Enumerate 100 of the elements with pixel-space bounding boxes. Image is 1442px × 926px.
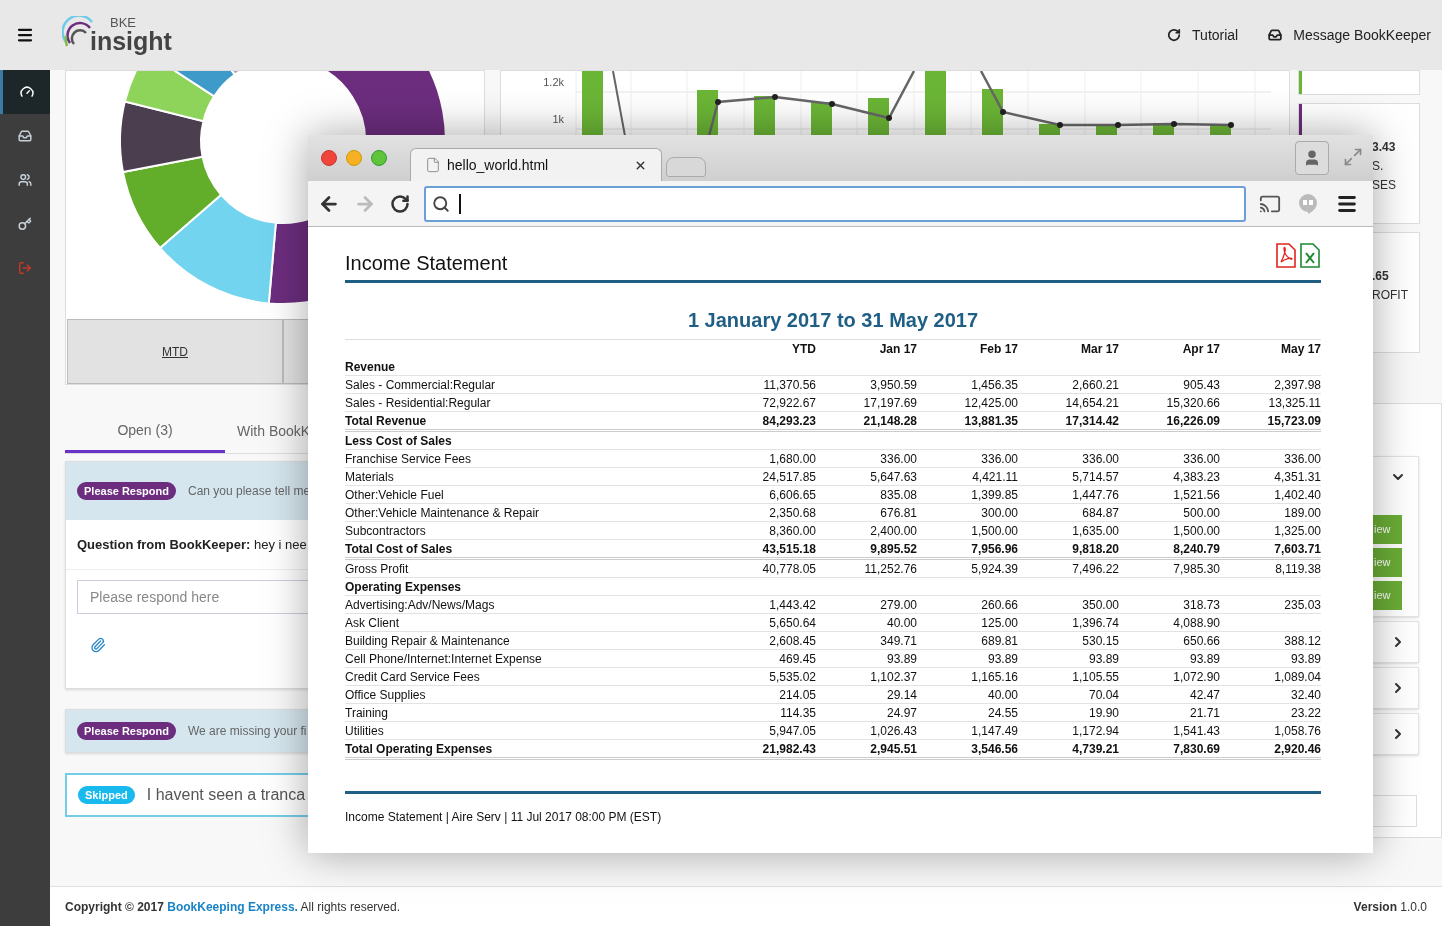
table-cell-text: 70.04: [1087, 686, 1119, 704]
reload-icon[interactable]: [390, 193, 410, 214]
table-cell-text: 318.73: [1182, 596, 1220, 614]
message-preview: We are missing your fi: [188, 723, 307, 740]
inbox-icon: [18, 129, 32, 143]
chart-point: [715, 99, 721, 105]
table-cell-text: 336.00: [1283, 450, 1321, 468]
table-cell-text: 1,026.43: [869, 722, 917, 740]
table-cell-text: 689.81: [980, 632, 1018, 650]
address-field[interactable]: [424, 185, 1246, 222]
table-cell-text: 3,950.59: [869, 376, 917, 394]
table-cell-text: 72,922.67: [761, 394, 816, 412]
expand-icon[interactable]: [1343, 147, 1363, 167]
table-cell-text: 1,521.56: [1172, 486, 1220, 504]
pdf-icon[interactable]: [1275, 243, 1297, 268]
table-cell-text: 469.45: [778, 650, 816, 668]
table-cell-text: 7,956.96: [970, 540, 1018, 558]
tab[interactable]: With BookK: [225, 410, 311, 453]
chart-point: [1000, 109, 1006, 115]
profile-button[interactable]: [1295, 141, 1329, 175]
table-cell-text: 93.89: [885, 650, 917, 668]
message-preview: I havent seen a tranca: [146, 785, 306, 805]
table-cell-text: 336.00: [980, 450, 1018, 468]
table-cell-text: 4,088.90: [1172, 614, 1220, 632]
table-cell-text: 2,660.21: [1071, 376, 1119, 394]
table-cell-text: 336.00: [1182, 450, 1220, 468]
browser-tab[interactable]: hello_world.html: [410, 148, 662, 181]
table-cell-text: 1,102.37: [869, 668, 917, 686]
table-cell-text: 5,947.05: [768, 722, 816, 740]
company-link[interactable]: BookKeeping Express.: [167, 899, 298, 914]
logout-icon: [18, 261, 32, 275]
row-label: Credit Card Service Fees: [345, 668, 481, 686]
chart-point: [1171, 121, 1177, 127]
tab[interactable]: Open (3): [65, 410, 225, 453]
table-cell-text: 1,541.43: [1172, 722, 1220, 740]
excel-icon[interactable]: [1299, 243, 1321, 268]
table-cell-text: 29.14: [885, 686, 917, 704]
table-cell-text: 8,240.79: [1172, 540, 1220, 558]
row-label: Other:Vehicle Fuel: [345, 486, 445, 504]
table-cell-text: 8,360.00: [768, 522, 816, 540]
table-cell-text: 1,680.00: [768, 450, 816, 468]
table-cell-text: 8,119.38: [1274, 560, 1321, 578]
table-cell-text: 125.00: [980, 614, 1018, 632]
table-cell-text: 350.00: [1081, 596, 1119, 614]
header-action[interactable]: Tutorial: [1167, 24, 1239, 46]
logo-text: insight: [90, 29, 172, 54]
table-cell-text: 189.00: [1283, 504, 1321, 522]
status-badge: Please Respond: [77, 721, 176, 741]
summary-value: .65: [1372, 268, 1390, 285]
column-header: Mar 17: [1079, 341, 1119, 358]
table-cell-text: 1,325.00: [1273, 522, 1321, 540]
table-cell-text: 1,456.35: [970, 376, 1018, 394]
table-cell-text: 2,945.51: [869, 740, 917, 758]
table-cell-text: 6,606.65: [768, 486, 816, 504]
summary-caption: S.: [1372, 158, 1385, 175]
table-cell-text: 24.55: [986, 704, 1018, 722]
table-cell-text: 1,500.00: [1172, 522, 1220, 540]
table-cell-text: 1,089.04: [1273, 668, 1321, 686]
summary-caption: ROFIT: [1372, 287, 1408, 304]
menu-icon[interactable]: [16, 26, 34, 44]
table-cell-text: 40.00: [986, 686, 1018, 704]
table-cell-text: 84,293.23: [761, 412, 816, 430]
table-cell-text: 12,425.00: [963, 394, 1018, 412]
table-cell-text: 93.89: [986, 650, 1018, 668]
table-cell-text: 93.89: [1188, 650, 1220, 668]
period-button[interactable]: MTD: [67, 319, 283, 384]
chart-point: [886, 115, 892, 121]
table-cell-text: 1,500.00: [970, 522, 1018, 540]
inbox-icon: [1268, 28, 1283, 42]
table-cell-text: 336.00: [879, 450, 917, 468]
table-cell-text: 9,818.20: [1071, 540, 1119, 558]
table-cell-text: 214.05: [778, 686, 816, 704]
users-icon: [18, 173, 32, 187]
table-cell-text: 684.87: [1081, 504, 1119, 522]
chart-bar: [811, 102, 832, 136]
gauge-icon: [19, 85, 34, 99]
axis-label: 1k: [552, 114, 564, 125]
table-cell-text: 15,320.66: [1165, 394, 1220, 412]
report-period: 1 January 2017 to 31 May 2017: [687, 308, 979, 333]
column-header: YTD: [791, 341, 816, 358]
chart-bar: [1039, 124, 1060, 136]
logo-small-text: BKE: [110, 16, 137, 29]
person-icon: [1303, 149, 1321, 167]
sidebar-item[interactable]: [0, 70, 50, 114]
row-label: Total Revenue: [345, 412, 428, 430]
table-cell-text: 7,985.30: [1172, 560, 1220, 578]
row-label: Sales - Commercial:Regular: [345, 376, 497, 394]
table-cell-text: 9,895.52: [869, 540, 917, 558]
header-action[interactable]: Message BookKeeper: [1268, 24, 1431, 46]
table-cell-text: 16,226.09: [1165, 412, 1220, 430]
table-cell-text: 2,608.45: [768, 632, 816, 650]
table-cell-text: 40.00: [885, 614, 917, 632]
table-cell-text: 835.08: [879, 486, 917, 504]
table-cell-text: 1,443.42: [768, 596, 816, 614]
table-cell-text: 4,421.11: [971, 468, 1018, 486]
status-badge: Skipped: [78, 785, 135, 805]
row-label: Total Cost of Sales: [345, 540, 454, 558]
row-label: Revenue: [345, 358, 397, 376]
paperclip-icon[interactable]: [90, 637, 106, 653]
table-cell-text: 279.00: [879, 596, 917, 614]
